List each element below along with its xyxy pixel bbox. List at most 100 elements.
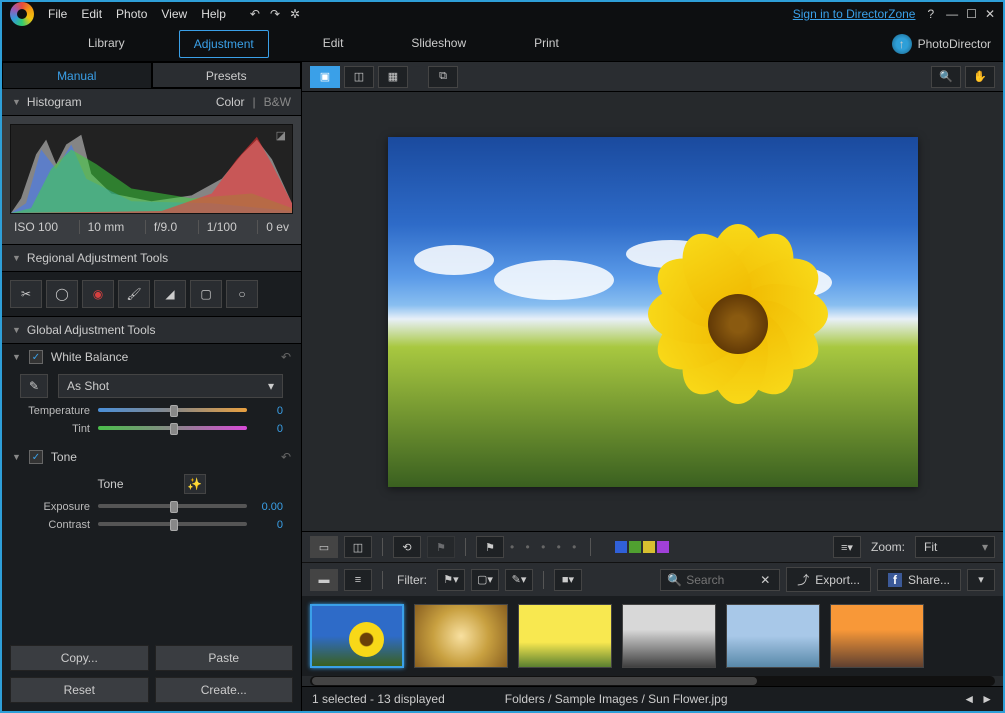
contrast-slider[interactable] — [98, 522, 247, 528]
redo-icon[interactable]: ↷ — [270, 7, 280, 21]
thumbnail[interactable] — [830, 604, 924, 668]
temperature-slider[interactable] — [98, 408, 247, 414]
auto-tone-button[interactable]: ✨ — [184, 474, 206, 494]
menu-edit[interactable]: Edit — [81, 7, 102, 21]
search-box[interactable]: 🔍 ✕ — [660, 569, 780, 591]
share-button[interactable]: f Share... — [877, 569, 961, 591]
histogram-bw-toggle[interactable]: B&W — [264, 95, 291, 109]
tint-slider[interactable] — [98, 426, 247, 432]
histogram-color-toggle[interactable]: Color — [216, 95, 245, 109]
unflag-icon[interactable]: ⚑ — [427, 536, 455, 558]
exposure-value[interactable]: 0.00 — [255, 501, 283, 513]
reset-button[interactable]: Reset — [10, 677, 149, 703]
nav-slideshow[interactable]: Slideshow — [397, 30, 480, 58]
maximize-button[interactable]: ☐ — [966, 7, 977, 21]
search-input[interactable] — [686, 573, 756, 587]
histogram-header[interactable]: ▼ Histogram Color | B&W — [2, 88, 301, 116]
tone-header[interactable]: ▼ ✓ Tone ↶ — [2, 444, 301, 470]
share-more-icon[interactable]: ▾ — [967, 569, 995, 591]
menu-view[interactable]: View — [161, 7, 187, 21]
temperature-value[interactable]: 0 — [255, 405, 283, 417]
contrast-value[interactable]: 0 — [255, 519, 283, 531]
close-button[interactable]: ✕ — [985, 7, 995, 21]
next-arrow-icon[interactable]: ► — [981, 692, 993, 706]
thumbs-large-icon[interactable]: ▬ — [310, 569, 338, 591]
view-single-icon[interactable]: ▣ — [310, 66, 340, 88]
filter-flag-icon[interactable]: ⚑▾ — [437, 569, 465, 591]
minimize-button[interactable]: — — [946, 7, 958, 21]
label-blue[interactable] — [615, 541, 627, 553]
tone-checkbox[interactable]: ✓ — [29, 450, 43, 464]
signin-link[interactable]: Sign in to DirectorZone — [793, 7, 916, 21]
spot-tool[interactable]: ◯ — [46, 280, 78, 308]
redeye-tool[interactable]: ◉ — [82, 280, 114, 308]
undo-icon[interactable]: ↶ — [281, 450, 291, 464]
label-red[interactable] — [601, 541, 613, 553]
nav-library[interactable]: Library — [74, 30, 139, 58]
menu-photo[interactable]: Photo — [116, 7, 147, 21]
mask-rect-tool[interactable]: ▢ — [190, 280, 222, 308]
view-compare-icon[interactable]: ⧉ — [428, 66, 458, 88]
mask-circle-tool[interactable]: ○ — [226, 280, 258, 308]
flag-icon[interactable]: ⚑ — [476, 536, 504, 558]
regional-header[interactable]: ▼ Regional Adjustment Tools — [2, 244, 301, 272]
layout-split-icon[interactable]: ◫ — [344, 536, 372, 558]
global-header[interactable]: ▼ Global Adjustment Tools — [2, 316, 301, 344]
view-grid-icon[interactable]: ▦ — [378, 66, 408, 88]
wb-header[interactable]: ▼ ✓ White Balance ↶ — [2, 344, 301, 370]
pan-tool-icon[interactable]: ✋ — [965, 66, 995, 88]
thumb-scrollbar[interactable] — [310, 676, 995, 686]
sort-icon[interactable]: ≡▾ — [833, 536, 861, 558]
filter-color-icon[interactable]: ■▾ — [554, 569, 582, 591]
wb-eyedropper[interactable]: ✎ — [20, 374, 48, 398]
brush-tool[interactable]: 🖌 — [118, 280, 150, 308]
nav-adjustment[interactable]: Adjustment — [179, 30, 269, 58]
tint-value[interactable]: 0 — [255, 423, 283, 435]
wb-preset-value: As Shot — [67, 379, 109, 393]
export-button[interactable]: ⤴ Export... — [786, 567, 871, 592]
rating-stars[interactable]: • • • • • — [510, 540, 580, 554]
nav-print[interactable]: Print — [520, 30, 573, 58]
label-green[interactable] — [629, 541, 641, 553]
thumbnail[interactable] — [310, 604, 404, 668]
clipping-warning-icon[interactable]: ◪ — [276, 129, 286, 142]
thumbnail[interactable] — [726, 604, 820, 668]
menu-help[interactable]: Help — [201, 7, 226, 21]
thumbnail[interactable] — [622, 604, 716, 668]
clear-search-icon[interactable]: ✕ — [760, 573, 770, 587]
label-yellow[interactable] — [643, 541, 655, 553]
undo-icon[interactable]: ↶ — [250, 7, 260, 21]
undo-icon[interactable]: ↶ — [281, 350, 291, 364]
crop-tool[interactable]: ✂ — [10, 280, 42, 308]
filter-label-icon[interactable]: ▢▾ — [471, 569, 499, 591]
color-labels[interactable] — [601, 541, 669, 553]
help-icon[interactable]: ? — [927, 7, 934, 21]
nav-edit[interactable]: Edit — [309, 30, 358, 58]
zoom-dropdown[interactable]: Fit — [915, 536, 995, 558]
filter-edit-icon[interactable]: ✎▾ — [505, 569, 533, 591]
copy-button[interactable]: Copy... — [10, 645, 149, 671]
thumbs-list-icon[interactable]: ≡ — [344, 569, 372, 591]
thumbnail[interactable] — [414, 604, 508, 668]
view-side-icon[interactable]: ◫ — [344, 66, 374, 88]
prev-arrow-icon[interactable]: ◄ — [963, 692, 975, 706]
gradient-tool[interactable]: ◢ — [154, 280, 186, 308]
menu-file[interactable]: File — [48, 7, 67, 21]
paste-button[interactable]: Paste — [155, 645, 294, 671]
wb-preset-dropdown[interactable]: As Shot ▾ — [58, 374, 283, 398]
tone-title: Tone — [51, 450, 77, 464]
wb-checkbox[interactable]: ✓ — [29, 350, 43, 364]
tab-manual[interactable]: Manual — [2, 62, 152, 88]
zoom-tool-icon[interactable]: 🔍 — [931, 66, 961, 88]
main-photo[interactable] — [388, 137, 918, 487]
thumbnail[interactable] — [518, 604, 612, 668]
settings-icon[interactable]: ✲ — [290, 7, 300, 21]
tab-presets[interactable]: Presets — [152, 62, 302, 88]
create-button[interactable]: Create... — [155, 677, 294, 703]
breadcrumb[interactable]: Folders / Sample Images / Sun Flower.jpg — [505, 692, 728, 706]
layout-single-icon[interactable]: ▭ — [310, 536, 338, 558]
export-icon: ⤴ — [797, 571, 809, 588]
label-purple[interactable] — [657, 541, 669, 553]
exposure-slider[interactable] — [98, 504, 247, 510]
rotate-icon[interactable]: ⟲ — [393, 536, 421, 558]
